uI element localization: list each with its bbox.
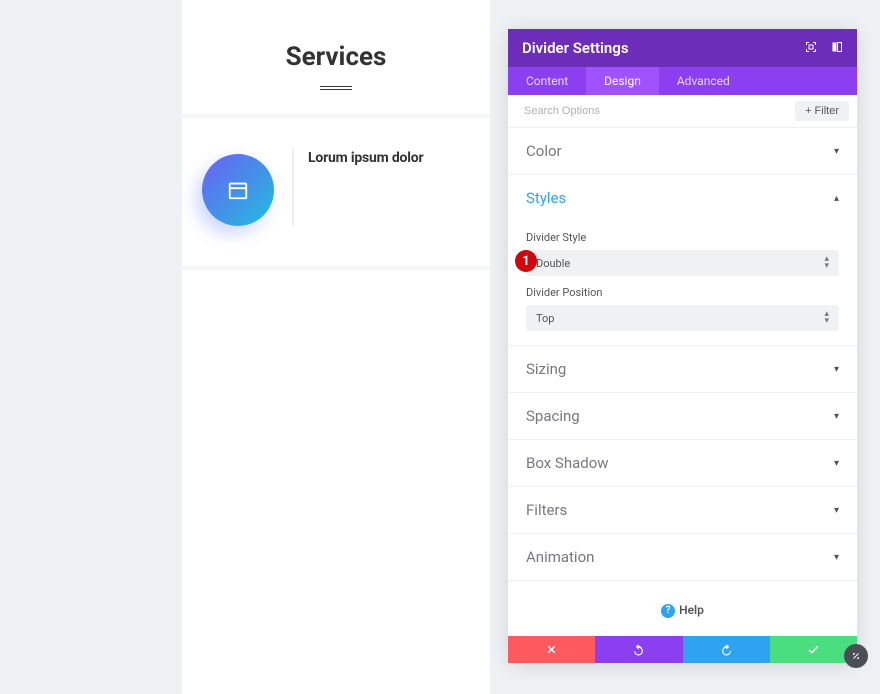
chevron-down-icon: ▾ (834, 505, 839, 516)
select-arrows-icon: ▴▾ (824, 311, 829, 325)
chevron-down-icon: ▾ (834, 552, 839, 563)
styles-content: Divider Style 1 Double ▴▾ Divider Positi… (508, 231, 857, 346)
chevron-up-icon: ▴ (834, 193, 839, 204)
preview-divider (320, 86, 352, 90)
snap-icon[interactable] (831, 41, 843, 56)
panel-header[interactable]: Divider Settings (508, 29, 857, 67)
section-color[interactable]: Color ▾ (508, 128, 857, 175)
redo-button[interactable] (683, 636, 770, 663)
chevron-down-icon: ▾ (834, 146, 839, 157)
tab-design[interactable]: Design (586, 67, 659, 95)
cancel-button[interactable] (508, 636, 595, 663)
annotation-badge-1: 1 (515, 250, 537, 272)
card-text: Lorum ipsum dolor (292, 148, 423, 226)
undo-button[interactable] (595, 636, 682, 663)
filter-button[interactable]: + Filter (795, 101, 849, 121)
resize-handle[interactable] (844, 644, 868, 668)
section-label-animation: Animation (526, 548, 594, 566)
tab-content[interactable]: Content (508, 67, 586, 95)
section-styles[interactable]: Styles ▴ (508, 175, 857, 221)
search-input[interactable] (524, 105, 795, 117)
section-sizing[interactable]: Sizing ▾ (508, 346, 857, 393)
panel-footer (508, 636, 857, 663)
section-box-shadow[interactable]: Box Shadow ▾ (508, 440, 857, 487)
filter-label: Filter (815, 105, 839, 117)
card-heading: Lorum ipsum dolor (308, 150, 423, 166)
section-label-color: Color (526, 142, 562, 160)
section-filters[interactable]: Filters ▾ (508, 487, 857, 534)
help-icon: ? (661, 604, 675, 618)
settings-panel: Divider Settings Content Design Advanced… (508, 29, 857, 663)
search-row: + Filter (508, 95, 857, 128)
divider-position-value: Top (536, 312, 554, 325)
panel-body: Color ▾ Styles ▴ Divider Style 1 Double … (508, 128, 857, 636)
divider-position-select[interactable]: Top ▴▾ (526, 305, 839, 331)
divider-style-value: Double (536, 257, 570, 270)
select-arrows-icon: ▴▾ (824, 256, 829, 270)
section-label-box-shadow: Box Shadow (526, 454, 609, 472)
section-label-sizing: Sizing (526, 360, 566, 378)
divider-position-label: Divider Position (526, 286, 839, 299)
help-label: Help (679, 603, 704, 617)
chevron-down-icon: ▾ (834, 458, 839, 469)
expand-icon[interactable] (805, 41, 817, 56)
help-link[interactable]: ? Help (508, 581, 857, 636)
panel-title: Divider Settings (522, 39, 629, 57)
tab-advanced[interactable]: Advanced (659, 67, 748, 95)
section-label-styles: Styles (526, 189, 566, 207)
section-animation[interactable]: Animation ▾ (508, 534, 857, 581)
section-label-spacing: Spacing (526, 407, 580, 425)
preview-card: Lorum ipsum dolor (182, 118, 490, 270)
chevron-down-icon: ▾ (834, 364, 839, 375)
chevron-down-icon: ▾ (834, 411, 839, 422)
calendar-icon (202, 154, 274, 226)
divider-style-select[interactable]: Double ▴▾ (526, 250, 839, 276)
preview-canvas: Services Lorum ipsum dolor (182, 0, 490, 694)
section-spacing[interactable]: Spacing ▾ (508, 393, 857, 440)
divider-style-label: Divider Style (526, 231, 839, 244)
section-label-filters: Filters (526, 501, 567, 519)
panel-tabs: Content Design Advanced (508, 67, 857, 95)
preview-title: Services (182, 42, 490, 72)
